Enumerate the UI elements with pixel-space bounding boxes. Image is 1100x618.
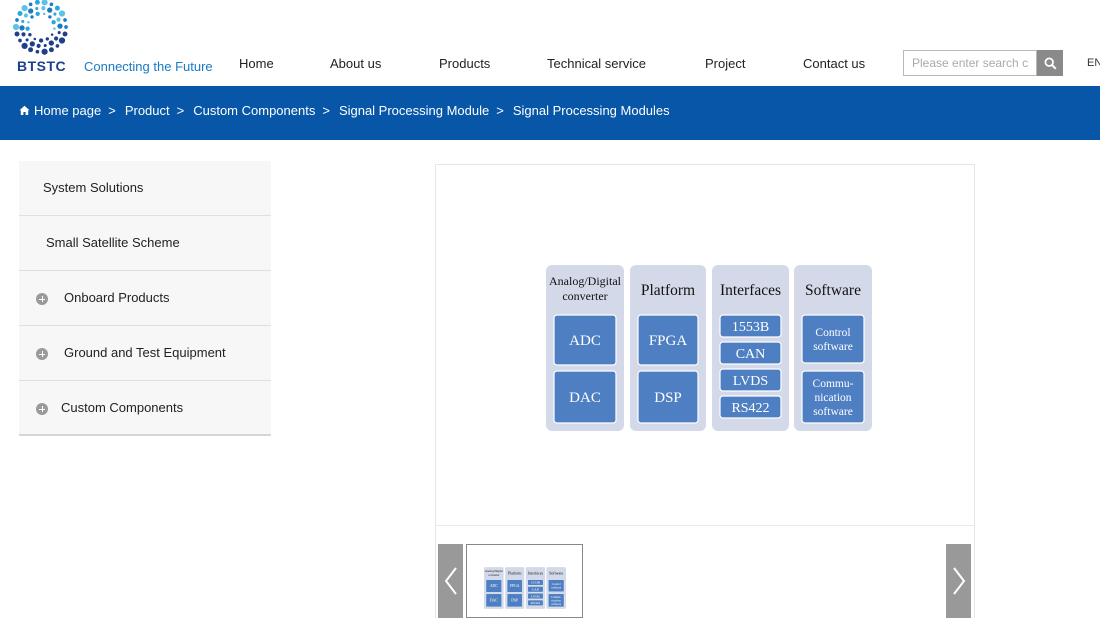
diagram-box-label: DAC <box>569 390 601 406</box>
diagram-column-title: Platform <box>508 572 522 576</box>
diagram-box-label: DAC <box>490 599 498 603</box>
breadcrumb-product[interactable]: Product <box>125 103 170 118</box>
category-sidebar: System Solutions Small Satellite Scheme … <box>19 161 271 436</box>
diagram-column-title: converter <box>488 573 499 577</box>
thumbnail-strip: Analog/Digital converter ADC DAC Platform FPG… <box>435 526 975 618</box>
expand-plus-icon[interactable] <box>36 348 48 360</box>
breadcrumb-signal-processing-module[interactable]: Signal Processing Module <box>339 103 489 118</box>
breadcrumb-separator: > <box>322 103 330 118</box>
diagram-box-label: FPGA <box>510 584 520 588</box>
diagram-column-title: Interfaces <box>528 572 544 576</box>
product-image-panel: Analog/Digital converter ADC DAC Platform FPG… <box>435 164 975 526</box>
sidebar-item-label: System Solutions <box>43 180 144 195</box>
nav-about[interactable]: About us <box>330 56 381 71</box>
diagram-box-label: LVDS <box>531 594 540 598</box>
site-header: BTSTC Connecting the Future Home About u… <box>0 0 1100 86</box>
next-arrow-button[interactable] <box>946 544 971 618</box>
diagram-box-label: Commu- <box>813 378 854 390</box>
breadcrumb: Home page > Product > Custom Components … <box>19 103 670 118</box>
search-button[interactable] <box>1037 50 1063 76</box>
breadcrumb-home[interactable]: Home page <box>34 103 101 118</box>
diagram-column-title: converter <box>562 289 607 303</box>
sidebar-item-label: Custom Components <box>61 400 184 415</box>
nav-technical-service[interactable]: Technical service <box>547 56 646 71</box>
sidebar-item-custom-components[interactable]: Custom Components <box>19 381 271 436</box>
diagram-column-title: Platform <box>641 282 695 299</box>
diagram-box-label: RS422 <box>731 401 769 416</box>
diagram-box-label: FPGA <box>649 333 688 349</box>
diagram-column-title: Interfaces <box>720 282 781 299</box>
diagram-box-label: ADC <box>490 584 498 588</box>
logo-dots-icon <box>12 0 68 55</box>
breadcrumb-separator: > <box>176 103 185 118</box>
logo[interactable]: BTSTC Connecting the Future <box>8 0 213 80</box>
chevron-right-icon <box>952 567 965 595</box>
diagram-box-label: DSP <box>654 390 682 406</box>
expand-plus-icon[interactable] <box>36 403 48 415</box>
nav-products[interactable]: Products <box>439 56 490 71</box>
thumbnail-item[interactable]: Analog/Digital converter ADC DAC Platform FPG… <box>466 544 583 618</box>
chevron-left-icon <box>444 567 457 595</box>
diagram-box-label: software <box>813 341 853 353</box>
diagram-column-title: Software <box>549 572 563 576</box>
diagram-box-label: software <box>551 586 562 590</box>
diagram-column-title: Software <box>805 282 861 299</box>
breadcrumb-bar: Home page > Product > Custom Components … <box>0 86 1100 140</box>
diagram-box-label: 1553B <box>531 581 541 585</box>
diagram-box-label: LVDS <box>733 374 768 389</box>
diagram-column-title: Analog/Digital <box>549 274 622 288</box>
breadcrumb-custom-components[interactable]: Custom Components <box>193 103 315 118</box>
breadcrumb-separator: > <box>108 103 116 118</box>
sidebar-item-small-satellite-scheme[interactable]: Small Satellite Scheme <box>19 216 271 271</box>
brand-name: BTSTC <box>17 58 67 74</box>
nav-home[interactable]: Home <box>239 56 274 71</box>
diagram-box-label: CAN <box>736 347 766 362</box>
sidebar-item-system-solutions[interactable]: System Solutions <box>19 161 271 216</box>
diagram-box-label: software <box>551 602 562 606</box>
sidebar-item-label: Onboard Products <box>64 290 170 305</box>
brand-tagline: Connecting the Future <box>84 59 213 74</box>
diagram-box-label: ADC <box>569 333 601 349</box>
breadcrumb-current[interactable]: Signal Processing Modules <box>513 103 670 118</box>
expand-plus-icon[interactable] <box>36 293 48 305</box>
language-switch[interactable]: EN <box>1087 57 1100 69</box>
sidebar-item-label: Ground and Test Equipment <box>64 345 226 360</box>
nav-contact[interactable]: Contact us <box>803 56 865 71</box>
diagram-box-label: nication <box>814 392 851 404</box>
sidebar-item-onboard-products[interactable]: Onboard Products <box>19 271 271 326</box>
search-box <box>903 50 1063 76</box>
nav-project[interactable]: Project <box>705 56 745 71</box>
search-input[interactable] <box>903 50 1037 76</box>
diagram-column-title: Analog/Digital <box>485 569 503 573</box>
diagram-box-label: Control <box>815 327 850 339</box>
diagram-box-label: CAN <box>532 588 540 592</box>
diagram-box <box>801 314 865 364</box>
product-diagram-image[interactable]: Analog/Digitalconverter ADC DAC Platform FPG… <box>546 265 872 431</box>
thumbnail-diagram-image: Analog/Digitalconverter ADC DAC Platform FPG… <box>484 567 566 609</box>
sidebar-item-ground-test-equipment[interactable]: Ground and Test Equipment <box>19 326 271 381</box>
home-icon <box>19 105 30 115</box>
diagram-box-label: software <box>813 406 853 418</box>
diagram-box-label: RS422 <box>531 601 541 605</box>
breadcrumb-separator: > <box>496 103 504 118</box>
search-icon <box>1043 56 1057 70</box>
diagram-box-label: DSP <box>511 599 518 603</box>
prev-arrow-button[interactable] <box>438 544 463 618</box>
diagram-box-label: 1553B <box>732 320 769 335</box>
sidebar-item-label: Small Satellite Scheme <box>46 235 180 250</box>
